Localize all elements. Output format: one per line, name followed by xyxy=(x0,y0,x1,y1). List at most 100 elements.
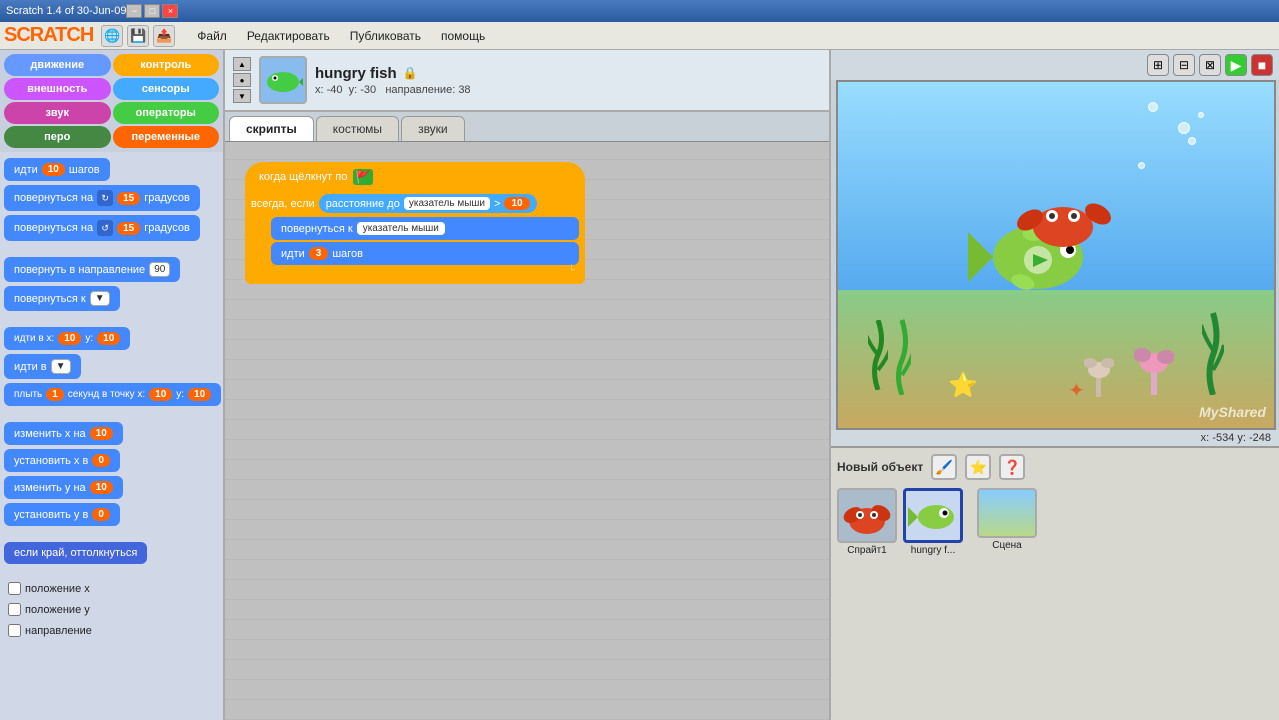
hat-block[interactable]: когда щёлкнут по 🚩 xyxy=(245,162,585,190)
block-set-x[interactable]: установить х в 0 xyxy=(4,449,120,472)
cat-motion[interactable]: движение xyxy=(4,54,111,76)
block-turn-left[interactable]: повернуться на ↺ 15 градусов xyxy=(4,215,200,241)
blocks-list: идти 10 шагов повернуться на ↻ 15 градус… xyxy=(0,152,223,720)
block-change-y[interactable]: изменить у на 10 xyxy=(4,476,123,499)
sprite-info: hungry fish 🔒 x: -40 y: -30 направление:… xyxy=(315,65,471,96)
scripts-area[interactable]: когда щёлкнут по 🚩 всегда, если расстоян… xyxy=(225,142,829,720)
block-goto[interactable]: идти в ▼ xyxy=(4,354,81,379)
block-ypos-checkbox[interactable]: положение у xyxy=(4,601,219,618)
seaweed1 xyxy=(868,320,888,393)
sprite-nav-center[interactable]: ● xyxy=(233,73,251,87)
sprite-thumb-fish[interactable]: hungry f... xyxy=(903,488,963,556)
cat-operators[interactable]: операторы xyxy=(113,102,220,124)
block-goto-xy[interactable]: идти в х: 10 у: 10 xyxy=(4,327,130,350)
greater-than-sign: > xyxy=(494,198,500,210)
stage-controls: ⊞ ⊟ ⊠ ▶ ■ xyxy=(831,50,1279,80)
stage-canvas: ⭐ ✦ MyShared xyxy=(836,80,1276,430)
fullscreen-button[interactable]: ⊠ xyxy=(1199,54,1221,76)
block-set-y[interactable]: установить у в 0 xyxy=(4,503,120,526)
stop-button[interactable]: ■ xyxy=(1251,54,1273,76)
sprite-coords: x: -40 y: -30 направление: 38 xyxy=(315,84,471,96)
block-xpos-checkbox[interactable]: положение х xyxy=(4,580,219,597)
sprite-nav: ▲ ● ▼ xyxy=(233,57,251,103)
save-icon[interactable]: 💾 xyxy=(127,25,149,47)
dir-check[interactable] xyxy=(8,624,21,637)
bubble2 xyxy=(1188,137,1196,145)
sprite-nav-up[interactable]: ▲ xyxy=(233,57,251,71)
stage-coords: x: -534 y: -248 xyxy=(831,430,1279,446)
paint-new-sprite-button[interactable]: 🖌️ xyxy=(931,454,957,480)
ypos-label: положение у xyxy=(25,604,90,616)
bubble1 xyxy=(1178,122,1190,134)
forever-if-header: всегда, если расстояние до указатель мыш… xyxy=(251,194,537,213)
watermark: MyShared xyxy=(1199,404,1266,420)
titlebar-controls: − □ × xyxy=(126,4,178,18)
xpos-check[interactable] xyxy=(8,582,21,595)
cat-variables[interactable]: переменные xyxy=(113,126,220,148)
sprite-thumb-scene[interactable]: Сцена xyxy=(977,488,1037,551)
block-glide[interactable]: плыть 1 секунд в точку х: 10 у: 10 xyxy=(4,383,221,406)
sprite-header: ▲ ● ▼ hungry fish 🔒 x: -40 xyxy=(225,50,829,112)
minimize-button[interactable]: − xyxy=(126,4,142,18)
sprite-label-fish: hungry f... xyxy=(911,545,955,556)
script-canvas: когда щёлкнут по 🚩 всегда, если расстоян… xyxy=(245,162,585,284)
star-new-sprite-button[interactable]: ⭐ xyxy=(965,454,991,480)
script-stack: когда щёлкнут по 🚩 всегда, если расстоян… xyxy=(245,162,585,284)
cat-sound[interactable]: звук xyxy=(4,102,111,124)
block-turn-right[interactable]: повернуться на ↻ 15 градусов xyxy=(4,185,200,211)
starfish: ⭐ xyxy=(948,371,978,400)
block-end: └ xyxy=(251,265,579,276)
green-flag-icon: 🚩 xyxy=(353,169,373,185)
tab-scripts[interactable]: скрипты xyxy=(229,116,314,141)
move-val: 3 xyxy=(309,247,329,260)
turn-arg: указатель мыши xyxy=(357,222,445,235)
sprite-thumb-crab[interactable]: Спрайт1 xyxy=(837,488,897,556)
globe-icon[interactable]: 🌐 xyxy=(101,25,123,47)
xpos-label: положение х xyxy=(25,583,90,595)
scratch-logo: SCRATCH xyxy=(4,24,93,47)
maximize-button[interactable]: □ xyxy=(144,4,160,18)
block-change-x[interactable]: изменить х на 10 xyxy=(4,422,123,445)
categories: движение контроль внешность сенсоры звук… xyxy=(0,50,223,152)
share-icon[interactable]: 📤 xyxy=(153,25,175,47)
present-button[interactable]: ⊞ xyxy=(1147,54,1169,76)
dir-label: направление xyxy=(25,625,92,637)
cat-control[interactable]: контроль xyxy=(113,54,220,76)
cat-looks[interactable]: внешность xyxy=(4,78,111,100)
block-bounce[interactable]: если край, оттолкнуться xyxy=(4,542,147,564)
menu-file[interactable]: Файл xyxy=(187,25,237,47)
seaweed2 xyxy=(893,315,911,398)
menu-edit[interactable]: Редактировать xyxy=(237,25,340,47)
green-flag-button[interactable]: ▶ xyxy=(1225,54,1247,76)
menu-icons: 🌐 💾 📤 xyxy=(101,25,175,47)
sprite-thumbnail xyxy=(259,56,307,104)
block-dir-checkbox[interactable]: направление xyxy=(4,622,219,639)
block-move[interactable]: идти 10 шагов xyxy=(4,158,110,181)
cat-pen[interactable]: перо xyxy=(4,126,111,148)
menu-publish[interactable]: Публиковать xyxy=(340,25,431,47)
close-button[interactable]: × xyxy=(162,4,178,18)
right-panel: ⊞ ⊟ ⊠ ▶ ■ xyxy=(829,50,1279,720)
cat-sensing[interactable]: сенсоры xyxy=(113,78,220,100)
question-new-sprite-button[interactable]: ❓ xyxy=(999,454,1025,480)
block-point-dir[interactable]: повернуть в направление 90 xyxy=(4,257,180,282)
normal-view-button[interactable]: ⊟ xyxy=(1173,54,1195,76)
tab-sounds[interactable]: звуки xyxy=(401,116,465,141)
ypos-check[interactable] xyxy=(8,603,21,616)
forever-if-block[interactable]: всегда, если расстояние до указатель мыш… xyxy=(245,190,585,284)
tab-costumes[interactable]: костюмы xyxy=(316,116,399,141)
sprite-name-row: hungry fish 🔒 xyxy=(315,65,471,82)
crab-fish-sprite xyxy=(958,172,1118,315)
seaweed3 xyxy=(1202,305,1224,398)
scene-label: Сцена xyxy=(992,540,1021,551)
turn-to-block[interactable]: повернуться к указатель мыши xyxy=(271,217,579,240)
lock-icon: 🔒 xyxy=(403,66,418,80)
block-point-to[interactable]: повернуться к ▼ xyxy=(4,286,120,311)
menubar: SCRATCH 🌐 💾 📤 Файл Редактировать Публико… xyxy=(0,22,1279,50)
sprite-tray: Новый объект 🖌️ ⭐ ❓ xyxy=(831,446,1279,720)
move-block[interactable]: идти 3 шагов xyxy=(271,242,579,265)
menu-help[interactable]: помощь xyxy=(431,25,495,47)
condition-val: 10 xyxy=(504,197,529,210)
condition-arg: указатель мыши xyxy=(404,197,490,210)
sprite-nav-down[interactable]: ▼ xyxy=(233,89,251,103)
